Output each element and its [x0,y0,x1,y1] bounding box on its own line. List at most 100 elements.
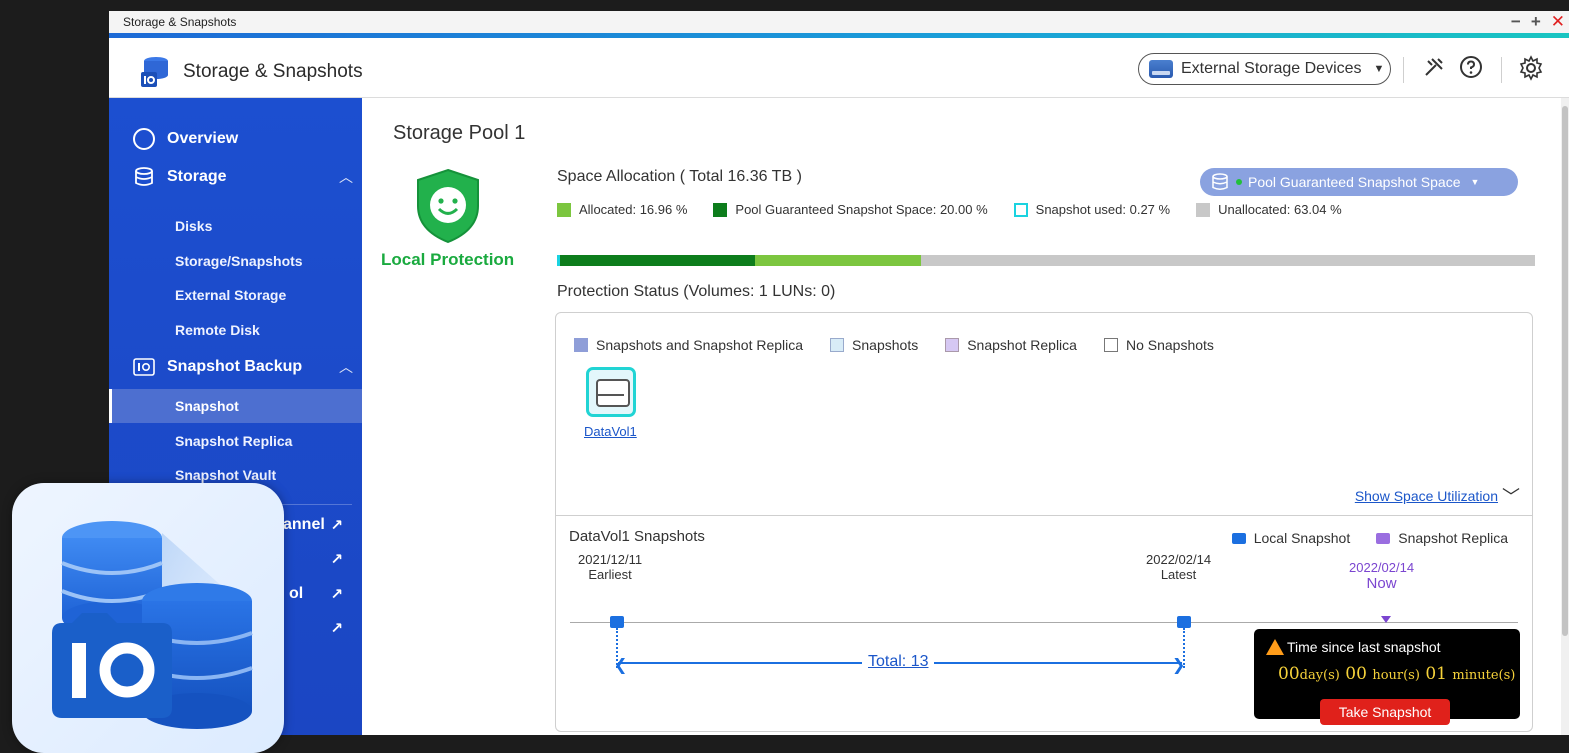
sidebar-item-label: ol [289,585,304,602]
last-snapshot-tooltip: Time since last snapshot 00day(s) 00 hou… [1254,629,1520,725]
tooltip-title: Time since last snapshot [1287,639,1441,655]
status-dot-icon [1236,179,1242,185]
elapsed-hours: 00 [1345,664,1367,684]
legend-label: No Snapshots [1125,337,1214,353]
sidebar-item-disks[interactable]: Disks [175,218,212,234]
latest-label: Latest [1160,567,1197,582]
pool-guaranteed-snapshot-label: Pool Guaranteed Snapshot Space [1248,174,1461,190]
sidebar-item-remote-disk[interactable]: Remote Disk [175,322,260,338]
latest-snapshot-marker[interactable] [1177,616,1191,628]
accent-bar [109,33,1569,38]
bar-segment-guaranteed [559,255,756,266]
snapshot-panel-title: DataVol1 Snapshots [569,528,705,545]
app-header: Storage & Snapshots External Storage Dev… [109,39,1569,98]
legend-label: Pool Guaranteed Snapshot Space: 20.00 % [735,202,988,217]
main-scrollbar[interactable] [1561,98,1569,735]
legend-snapshot-replica: Snapshot Replica [945,337,1077,353]
earliest-snapshot-marker[interactable] [610,616,624,628]
show-space-utilization-link[interactable]: Show Space Utilization [1355,488,1498,504]
legend-label: Snapshots and Snapshot Replica [596,337,804,353]
elapsed-minutes-unit: minute(s) [1452,668,1516,683]
legend-swatch [1103,338,1118,352]
legend-guaranteed: Pool Guaranteed Snapshot Space: 20.00 % [713,202,988,217]
page-title: Storage Pool 1 [393,122,526,144]
sidebar-item-storage-snapshots[interactable]: Storage/Snapshots [175,253,303,269]
snapshot-replica-icon [1376,532,1391,544]
sidebar-item-external-storage[interactable]: External Storage [175,287,286,303]
sidebar-item-snapshot-vault[interactable]: Snapshot Vault [175,467,276,483]
external-link-icon: ↗ [330,586,343,603]
header-divider-2 [1501,57,1502,83]
legend-swatch [713,202,728,217]
external-storage-select-label: External Storage Devices [1181,60,1362,77]
space-legend: Allocated: 16.96 % Pool Guaranteed Snaps… [557,202,1342,217]
local-protection-label: Local Protection [381,250,515,269]
volume-drive-icon[interactable] [586,367,636,417]
window-controls: − + ✕ [1511,11,1565,33]
legend-snap-and-replica: Snapshots and Snapshot Replica [574,337,803,353]
tooltip-elapsed-time: 00day(s) 00 hour(s) 01 minute(s) [1278,664,1515,684]
legend-allocated: Allocated: 16.96 % [557,202,687,217]
sidebar-item-label: Snapshot Backup [167,358,303,375]
snapshot-timeline-panel: DataVol1 Snapshots Local Snapshot Snapsh… [556,515,1532,731]
legend-label: Snapshot Replica [967,337,1077,353]
tools-icon[interactable] [1422,55,1446,79]
legend-swatch [557,202,571,217]
snapshot-legend: Local Snapshot Snapshot Replica [1231,530,1508,546]
settings-gear-icon[interactable] [1518,55,1544,81]
legend-swatch [1013,202,1028,217]
take-snapshot-button[interactable]: Take Snapshot [1320,699,1450,725]
gauge-icon [133,128,155,150]
legend-label: Allocated: 16.96 % [579,202,688,217]
external-link-icon: ↗ [330,517,343,534]
legend-snapshot-replica: Snapshot Replica [1376,530,1508,546]
legend-label: Local Snapshot [1253,530,1351,546]
sidebar-item-snapshot-replica[interactable]: Snapshot Replica [175,433,292,449]
sidebar-group-snapshot-backup[interactable]: Snapshot Backup ︿ [133,357,353,377]
space-allocation-title: Space Allocation ( Total 16.36 TB ) [557,168,802,185]
minimize-button[interactable]: − [1511,11,1521,33]
protection-status-title: Protection Status (Volumes: 1 LUNs: 0) [557,283,836,300]
arrow-left-icon: ❮ [614,657,628,674]
database-icon [1212,173,1228,190]
chevron-down-icon[interactable]: ﹀ [1502,483,1520,509]
window-titlebar: Storage & Snapshots − + ✕ [109,11,1569,38]
earliest-label: Earliest [588,567,632,582]
local-snapshot-icon [1231,532,1246,544]
external-storage-select[interactable]: External Storage Devices ▼ [1138,53,1391,85]
total-snapshots-link[interactable]: Total: 13 [862,653,935,671]
scrollbar-thumb[interactable] [1562,106,1568,636]
maximize-button[interactable]: + [1531,11,1541,33]
earliest-date: 2021/12/11 [578,552,643,567]
legend-swatch [945,338,960,352]
hard-drive-icon [1149,60,1173,78]
timeline-axis [570,622,1518,623]
now-date-block: 2022/02/14 Now [1349,560,1414,592]
app-title-block: Storage & Snapshots [139,55,363,89]
earliest-date-block: 2021/12/11 Earliest [578,552,642,582]
protection-status-panel: Snapshots and Snapshot Replica Snapshots… [555,312,1533,732]
sidebar-group-storage[interactable]: Storage ︿ [133,166,353,188]
legend-no-snapshots: No Snapshots [1103,337,1214,353]
caret-down-icon: ▼ [1373,63,1385,75]
close-button[interactable]: ✕ [1551,11,1565,33]
chevron-up-icon: ︿ [339,169,353,185]
window-title: Storage & Snapshots [123,15,237,29]
legend-label: Snapshot used: 0.27 % [1035,202,1171,217]
storage-snapshots-icon [141,57,168,87]
help-icon[interactable] [1459,55,1483,79]
elapsed-hours-unit: hour(s) [1372,668,1420,683]
volume-link[interactable]: DataVol1 [584,424,637,439]
sidebar-item-snapshot[interactable]: Snapshot [175,398,239,414]
main-content: Storage Pool 1 Local Protection Space Al… [362,98,1569,735]
sidebar-item-label: Storage [167,168,227,185]
warning-icon [1266,639,1284,655]
sidebar-item-overview[interactable]: Overview [133,128,353,150]
legend-label: Snapshots [852,337,919,353]
legend-swatch [830,338,845,352]
now-marker-icon [1381,616,1391,623]
latest-date-block: 2022/02/14 Latest [1146,552,1211,582]
snapshot-camera-icon [133,358,155,376]
pool-guaranteed-snapshot-dropdown[interactable]: Pool Guaranteed Snapshot Space ▼ [1200,168,1518,196]
sidebar-item-label: Overview [167,130,239,147]
